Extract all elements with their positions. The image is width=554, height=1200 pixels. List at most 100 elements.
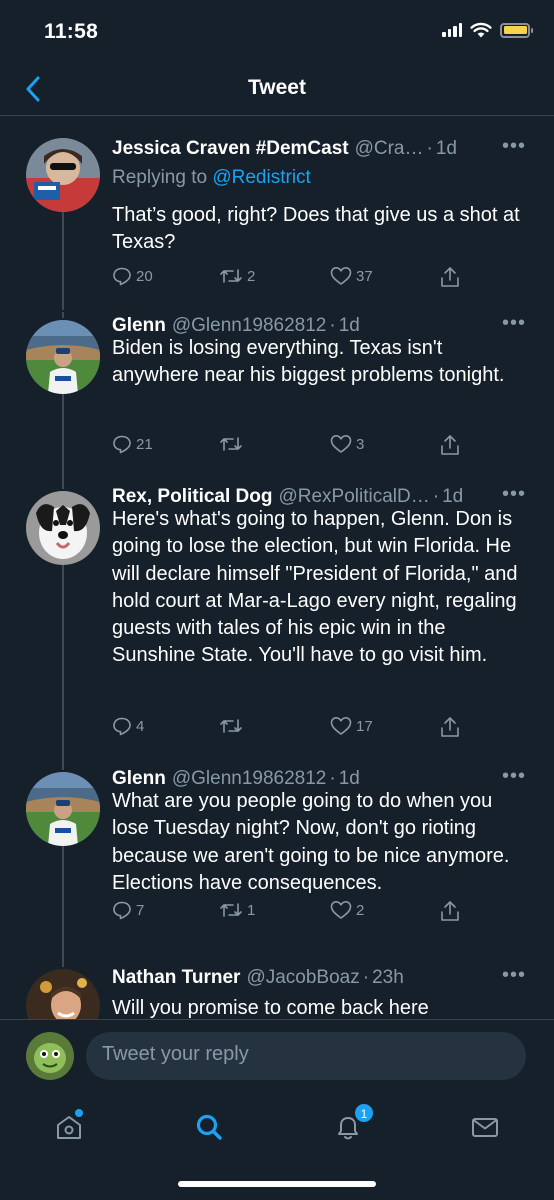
tweet-rex-political-dog[interactable]: Rex, Political Dog @RexPoliticalD… · 1d … xyxy=(0,479,554,760)
more-horizontal-icon[interactable]: ••• xyxy=(502,135,526,158)
like-button[interactable]: 17 xyxy=(330,716,373,736)
like-button[interactable]: 37 xyxy=(330,266,373,286)
retweet-count: 2 xyxy=(247,267,256,285)
thread-connector xyxy=(62,760,64,770)
thread-connector xyxy=(62,565,64,760)
more-horizontal-icon[interactable]: ••• xyxy=(502,312,526,335)
status-bar: 11:58 xyxy=(0,0,554,64)
replying-to-handle[interactable]: @Redistrict xyxy=(212,167,310,188)
timestamp: 1d xyxy=(338,315,360,336)
separator-dot: · xyxy=(426,138,433,159)
current-user-avatar[interactable] xyxy=(26,1032,74,1080)
like-count: 3 xyxy=(356,435,365,453)
tab-messages[interactable] xyxy=(465,1107,505,1147)
display-name[interactable]: Rex, Political Dog xyxy=(112,486,272,508)
retweet-button[interactable] xyxy=(219,716,247,736)
reply-bar: Tweet your reply xyxy=(0,1019,554,1091)
heart-icon xyxy=(330,901,352,919)
speech-bubble-icon xyxy=(113,435,131,454)
tweet-nathan-turner[interactable]: Nathan Turner @JacobBoaz · 23h ••• Will … xyxy=(0,954,554,1019)
tweet-text: Biden is losing everything. Texas isn't … xyxy=(112,337,505,387)
speech-bubble-icon xyxy=(113,267,131,286)
speech-bubble-icon xyxy=(113,717,131,736)
reply-button[interactable]: 21 xyxy=(112,434,153,454)
notification-badge: 1 xyxy=(354,1103,374,1123)
handle[interactable]: @JacobBoaz xyxy=(246,967,359,989)
share-button[interactable] xyxy=(440,266,460,288)
new-content-dot xyxy=(75,1109,83,1117)
like-count: 2 xyxy=(356,901,365,919)
tweet-text: That’s good, right? Does that give us a … xyxy=(112,204,520,254)
tweet-header: Nathan Turner @JacobBoaz · 23h xyxy=(112,964,534,992)
display-name[interactable]: Glenn xyxy=(112,315,166,337)
avatar[interactable] xyxy=(26,772,100,846)
heart-icon xyxy=(330,267,352,285)
separator-dot: · xyxy=(432,486,440,507)
avatar[interactable] xyxy=(26,320,100,394)
tweet-text: Here's what's going to happen, Glenn. Do… xyxy=(112,508,518,667)
reply-button[interactable]: 20 xyxy=(112,266,153,286)
tweet-actions: 20 2 37 xyxy=(112,266,472,290)
status-icons xyxy=(442,22,533,38)
timestamp: 23h xyxy=(372,967,404,988)
avatar[interactable] xyxy=(26,138,100,212)
speech-bubble-icon xyxy=(113,901,131,920)
separator-dot: · xyxy=(329,315,336,336)
tweet-text: What are you people going to do when you… xyxy=(112,790,510,894)
handle[interactable]: @Glenn19862812 xyxy=(172,315,327,337)
retweet-button[interactable]: 1 xyxy=(219,900,255,920)
avatar[interactable] xyxy=(26,969,100,1019)
retweet-count: 1 xyxy=(247,901,256,919)
cellular-signal-icon xyxy=(442,23,462,37)
tab-home[interactable] xyxy=(49,1107,89,1147)
share-button[interactable] xyxy=(440,434,460,456)
tweet-header: Jessica Craven #DemCast @Cra… · 1d xyxy=(112,135,534,163)
share-icon xyxy=(441,267,459,287)
tweet-jessica-craven[interactable]: Jessica Craven #DemCast @Cra… · 1d ••• R… xyxy=(0,117,554,312)
tweet-glenn[interactable]: Glenn @Glenn19862812 · 1d ••• Biden is l… xyxy=(0,312,554,479)
tab-notifications[interactable]: 1 xyxy=(328,1103,374,1147)
share-icon xyxy=(441,717,459,737)
like-button[interactable]: 2 xyxy=(330,900,364,920)
share-button[interactable] xyxy=(440,716,460,738)
retweet-button[interactable]: 2 xyxy=(219,266,255,286)
like-button[interactable]: 3 xyxy=(330,434,364,454)
handle[interactable]: @Glenn19862812 xyxy=(172,768,327,790)
handle[interactable]: @Cra… xyxy=(355,138,424,160)
retweet-button[interactable] xyxy=(219,434,247,454)
home-indicator[interactable] xyxy=(178,1181,376,1187)
handle[interactable]: @RexPoliticalD… xyxy=(278,486,429,508)
envelope-icon xyxy=(472,1118,498,1137)
retweet-icon xyxy=(220,903,242,917)
tweet-thread[interactable]: Jessica Craven #DemCast @Cra… · 1d ••• R… xyxy=(0,117,554,1019)
more-horizontal-icon[interactable]: ••• xyxy=(502,483,526,506)
display-name[interactable]: Jessica Craven #DemCast xyxy=(112,138,349,160)
reply-count: 21 xyxy=(136,435,153,453)
display-name[interactable]: Glenn xyxy=(112,768,166,790)
heart-icon xyxy=(330,435,352,453)
battery-icon xyxy=(500,22,533,38)
more-horizontal-icon[interactable]: ••• xyxy=(502,765,526,788)
tweet-glenn-2[interactable]: Glenn @Glenn19862812 · 1d ••• What are y… xyxy=(0,760,554,954)
reply-button[interactable]: 4 xyxy=(112,716,144,736)
separator-dot: · xyxy=(362,967,370,988)
thread-connector xyxy=(62,846,64,954)
thread-connector xyxy=(62,479,64,489)
retweet-icon xyxy=(220,269,242,283)
replying-to-label: Replying to xyxy=(112,167,208,188)
thread-connector xyxy=(62,212,64,310)
more-horizontal-icon[interactable]: ••• xyxy=(502,964,526,987)
share-icon xyxy=(441,901,459,921)
reply-button[interactable]: 7 xyxy=(112,900,144,920)
tweet-reply-input[interactable]: Tweet your reply xyxy=(86,1032,526,1080)
tab-search[interactable] xyxy=(189,1107,229,1147)
avatar[interactable] xyxy=(26,491,100,565)
wifi-icon xyxy=(470,22,492,38)
tweet-text: Will you promise to come back here xyxy=(112,997,429,1019)
display-name[interactable]: Nathan Turner xyxy=(112,967,240,989)
nav-header: Tweet xyxy=(0,64,554,116)
like-count: 37 xyxy=(356,267,373,285)
share-button[interactable] xyxy=(440,900,460,922)
retweet-icon xyxy=(220,437,242,451)
reply-count: 4 xyxy=(136,717,145,735)
